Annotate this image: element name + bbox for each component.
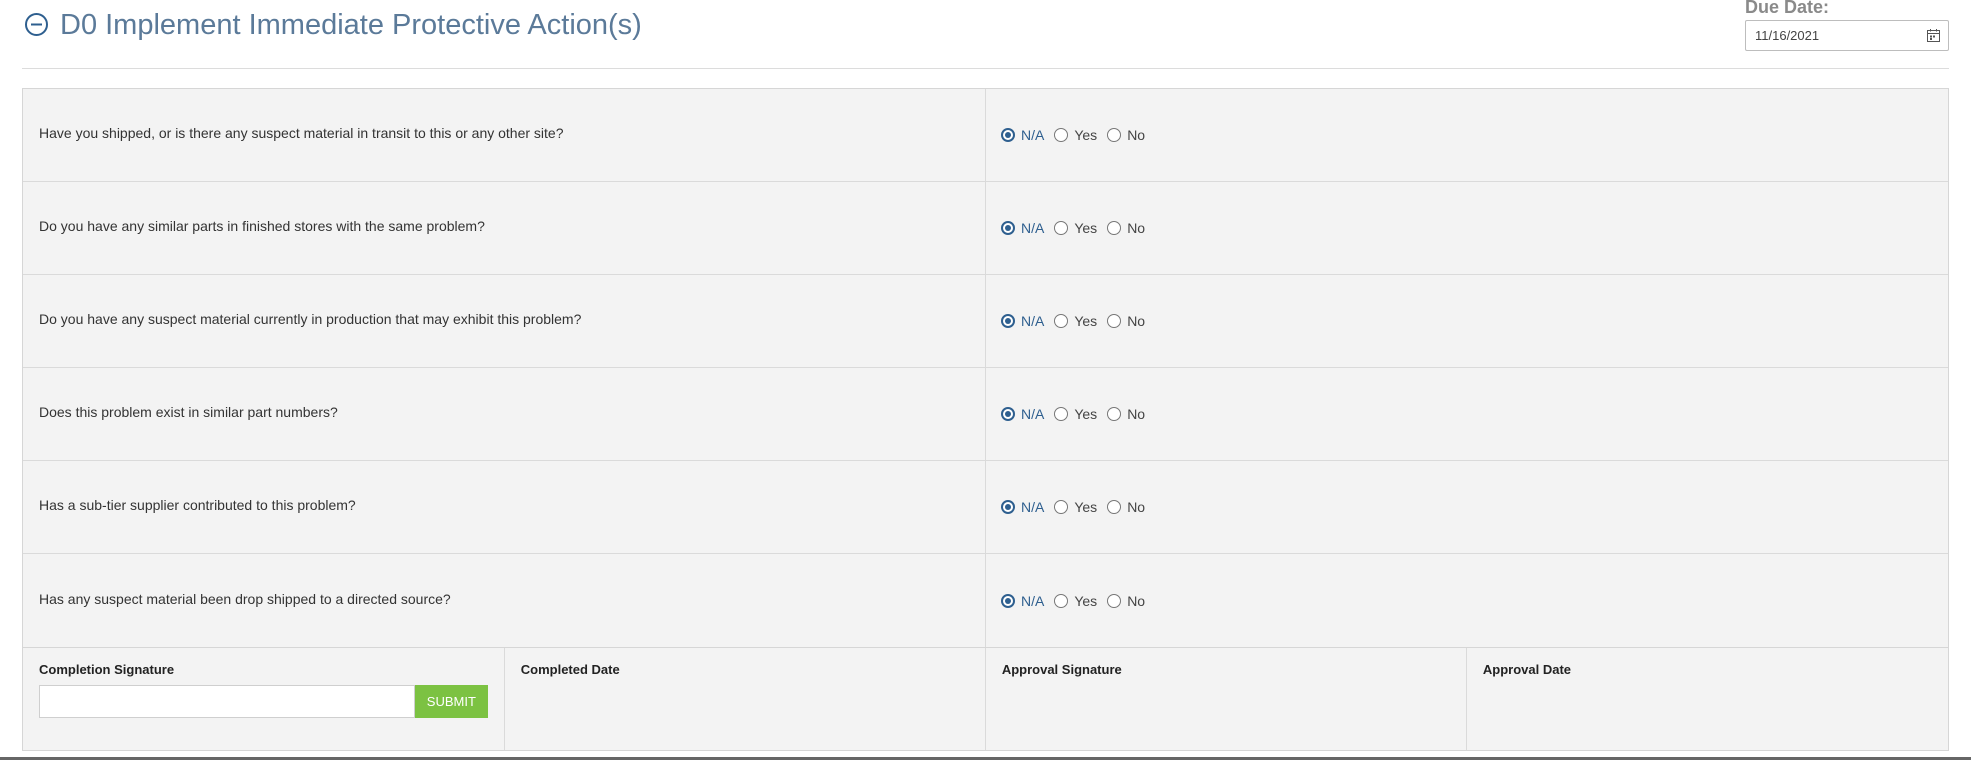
radio-option-no[interactable]: No	[1107, 593, 1145, 609]
radio-option-yes[interactable]: Yes	[1054, 406, 1097, 422]
answer-radio-group: N/A Yes No	[986, 89, 1948, 181]
radio-no[interactable]	[1107, 221, 1122, 235]
question-row: Has a sub-tier supplier contributed to t…	[23, 461, 1948, 554]
radio-yes[interactable]	[1054, 314, 1069, 328]
signature-table: Completion Signature SUBMIT Completed Da…	[22, 648, 1949, 751]
radio-label: No	[1127, 127, 1146, 143]
radio-label: No	[1127, 406, 1146, 422]
question-text: Have you shipped, or is there any suspec…	[23, 89, 986, 181]
question-row: Has any suspect material been drop shipp…	[23, 554, 1948, 647]
radio-option-na[interactable]: N/A	[1001, 313, 1044, 329]
calendar-icon[interactable]	[1927, 29, 1940, 42]
radio-option-yes[interactable]: Yes	[1054, 593, 1097, 609]
radio-option-yes[interactable]: Yes	[1054, 313, 1097, 329]
section-title: D0 Implement Immediate Protective Action…	[60, 9, 642, 41]
answer-radio-group: N/A Yes No	[986, 275, 1948, 367]
radio-na-checked[interactable]	[1001, 314, 1015, 328]
radio-label: Yes	[1074, 127, 1098, 143]
approval-date-label: Approval Date	[1482, 662, 1572, 677]
radio-yes[interactable]	[1054, 593, 1069, 608]
radio-option-no[interactable]: No	[1107, 313, 1145, 329]
approval-date-cell: Approval Date	[1467, 648, 1948, 750]
radio-label: N/A	[1021, 220, 1045, 236]
section-header: D0 Implement Immediate Protective Action…	[0, 0, 1971, 70]
radio-option-no[interactable]: No	[1107, 127, 1145, 143]
radio-label: No	[1127, 220, 1146, 236]
radio-no[interactable]	[1107, 407, 1122, 421]
completed-date-label: Completed Date	[520, 662, 620, 677]
radio-yes[interactable]	[1054, 221, 1069, 235]
radio-no[interactable]	[1107, 314, 1122, 328]
radio-option-no[interactable]: No	[1107, 406, 1145, 422]
due-date-input[interactable]: 11/16/2021	[1745, 20, 1949, 51]
answer-radio-group: N/A Yes No	[986, 182, 1948, 274]
radio-option-yes[interactable]: Yes	[1054, 127, 1097, 143]
question-row: Do you have any similar parts in finishe…	[23, 182, 1948, 275]
radio-label: Yes	[1074, 592, 1098, 609]
radio-option-na[interactable]: N/A	[1001, 593, 1044, 609]
radio-label: Yes	[1074, 499, 1098, 515]
radio-option-na[interactable]: N/A	[1001, 499, 1044, 515]
question-row: Have you shipped, or is there any suspec…	[23, 89, 1948, 182]
radio-na-checked[interactable]	[1001, 407, 1015, 421]
radio-no[interactable]	[1107, 593, 1122, 608]
radio-option-no[interactable]: No	[1107, 499, 1145, 515]
radio-label: N/A	[1021, 592, 1045, 609]
completion-signature-cell: Completion Signature SUBMIT	[23, 648, 505, 750]
answer-radio-group: N/A Yes No	[986, 554, 1948, 647]
question-text: Has a sub-tier supplier contributed to t…	[23, 461, 986, 553]
question-text: Do you have any similar parts in finishe…	[23, 182, 986, 274]
question-text: Do you have any suspect material current…	[23, 275, 986, 367]
radio-na-checked[interactable]	[1001, 593, 1015, 608]
radio-na-checked[interactable]	[1001, 128, 1015, 142]
radio-label: Yes	[1074, 313, 1098, 329]
radio-option-na[interactable]: N/A	[1001, 220, 1044, 236]
radio-option-no[interactable]: No	[1107, 220, 1145, 236]
radio-no[interactable]	[1107, 128, 1122, 142]
radio-label: N/A	[1021, 406, 1045, 422]
radio-na-checked[interactable]	[1001, 221, 1015, 235]
radio-label: N/A	[1021, 127, 1045, 143]
due-date-label: Due Date:	[1745, 0, 1830, 17]
answer-radio-group: N/A Yes No	[986, 461, 1948, 553]
radio-option-na[interactable]: N/A	[1001, 127, 1044, 143]
answer-radio-group: N/A Yes No	[986, 368, 1948, 460]
radio-option-yes[interactable]: Yes	[1054, 499, 1097, 515]
radio-option-na[interactable]: N/A	[1001, 406, 1044, 422]
completion-signature-label: Completion Signature	[39, 662, 175, 677]
header-divider	[22, 68, 1949, 69]
approval-signature-label: Approval Signature	[1001, 662, 1122, 677]
radio-no[interactable]	[1107, 500, 1122, 514]
radio-label: N/A	[1021, 499, 1045, 515]
completed-date-cell: Completed Date	[505, 648, 986, 750]
radio-label: Yes	[1074, 220, 1098, 236]
completion-signature-input[interactable]	[39, 685, 415, 718]
radio-option-yes[interactable]: Yes	[1054, 220, 1097, 236]
submit-button[interactable]: SUBMIT	[414, 685, 488, 718]
question-text: Does this problem exist in similar part …	[23, 368, 986, 460]
radio-label: N/A	[1021, 313, 1045, 329]
collapse-minus-icon[interactable]	[24, 12, 49, 37]
due-date-value: 11/16/2021	[1755, 28, 1820, 43]
approval-signature-cell: Approval Signature	[986, 648, 1467, 750]
radio-yes[interactable]	[1054, 407, 1069, 421]
radio-label: No	[1127, 499, 1146, 515]
radio-yes[interactable]	[1054, 500, 1069, 514]
question-row: Does this problem exist in similar part …	[23, 368, 1948, 461]
radio-na-checked[interactable]	[1001, 500, 1015, 514]
radio-yes[interactable]	[1054, 128, 1069, 142]
question-text: Has any suspect material been drop shipp…	[23, 554, 986, 647]
questions-table: Have you shipped, or is there any suspec…	[22, 88, 1949, 648]
radio-label: No	[1127, 313, 1146, 329]
radio-label: No	[1127, 592, 1146, 609]
radio-label: Yes	[1074, 406, 1098, 422]
question-row: Do you have any suspect material current…	[23, 275, 1948, 368]
